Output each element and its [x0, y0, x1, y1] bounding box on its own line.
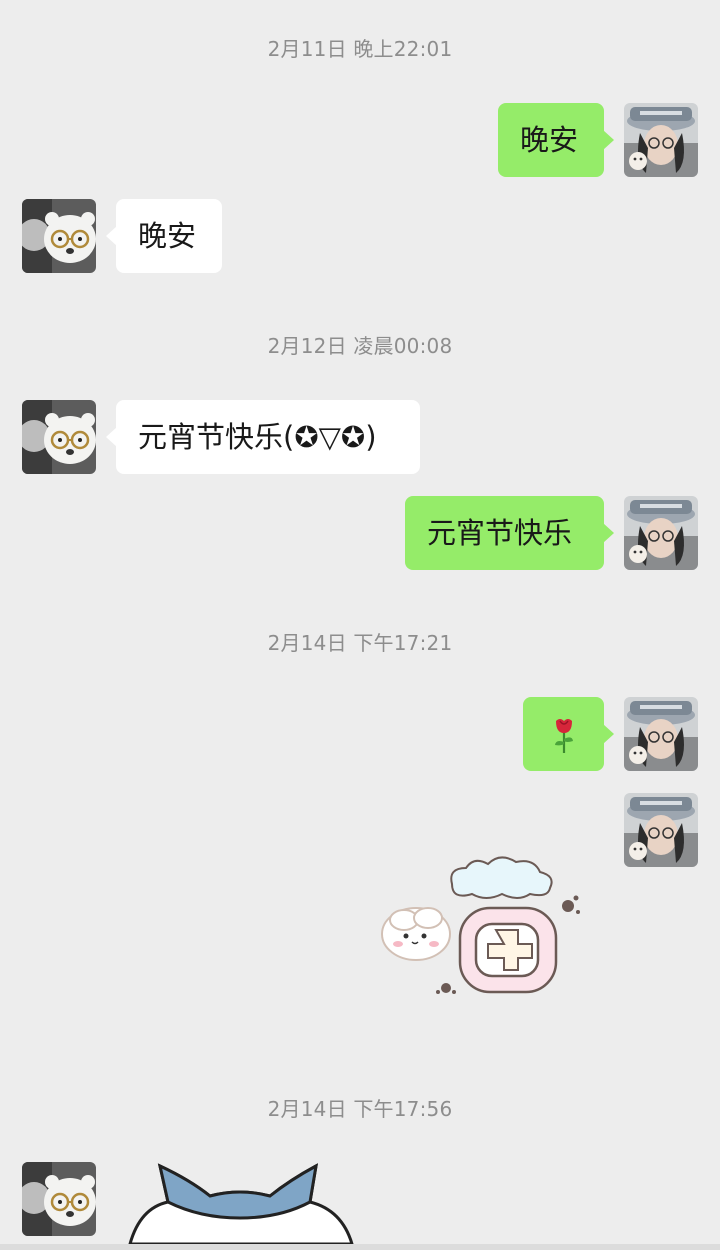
blue-cat-sticker[interactable] — [120, 1158, 360, 1244]
rose-emoji-icon — [555, 719, 573, 753]
message-bubble-friend[interactable]: 晚安 — [106, 199, 222, 273]
friend-avatar-icon[interactable] — [22, 1162, 96, 1236]
timestamp: 2月12日 凌晨00:08 — [267, 334, 453, 358]
timestamp: 2月11日 晚上22:01 — [267, 37, 453, 61]
self-avatar-icon[interactable] — [624, 793, 698, 867]
timestamp: 2月14日 下午17:21 — [267, 631, 453, 655]
friend-avatar-icon[interactable] — [22, 199, 96, 273]
message-bubble-self[interactable]: 晚安 — [498, 103, 614, 177]
timestamp: 2月14日 下午17:56 — [267, 1097, 453, 1121]
message-bubble-self[interactable]: 元宵节快乐 — [405, 496, 614, 570]
cartoon-sticker[interactable] — [378, 850, 588, 1000]
message-bubble-self[interactable] — [523, 697, 614, 771]
self-avatar-icon[interactable] — [624, 496, 698, 570]
message-bubble-friend[interactable]: 元宵节快乐(✪▽✪) — [106, 400, 420, 474]
self-avatar-icon[interactable] — [624, 697, 698, 771]
self-avatar-icon[interactable] — [624, 103, 698, 177]
friend-avatar-icon[interactable] — [22, 400, 96, 474]
bottom-divider — [0, 1244, 720, 1250]
